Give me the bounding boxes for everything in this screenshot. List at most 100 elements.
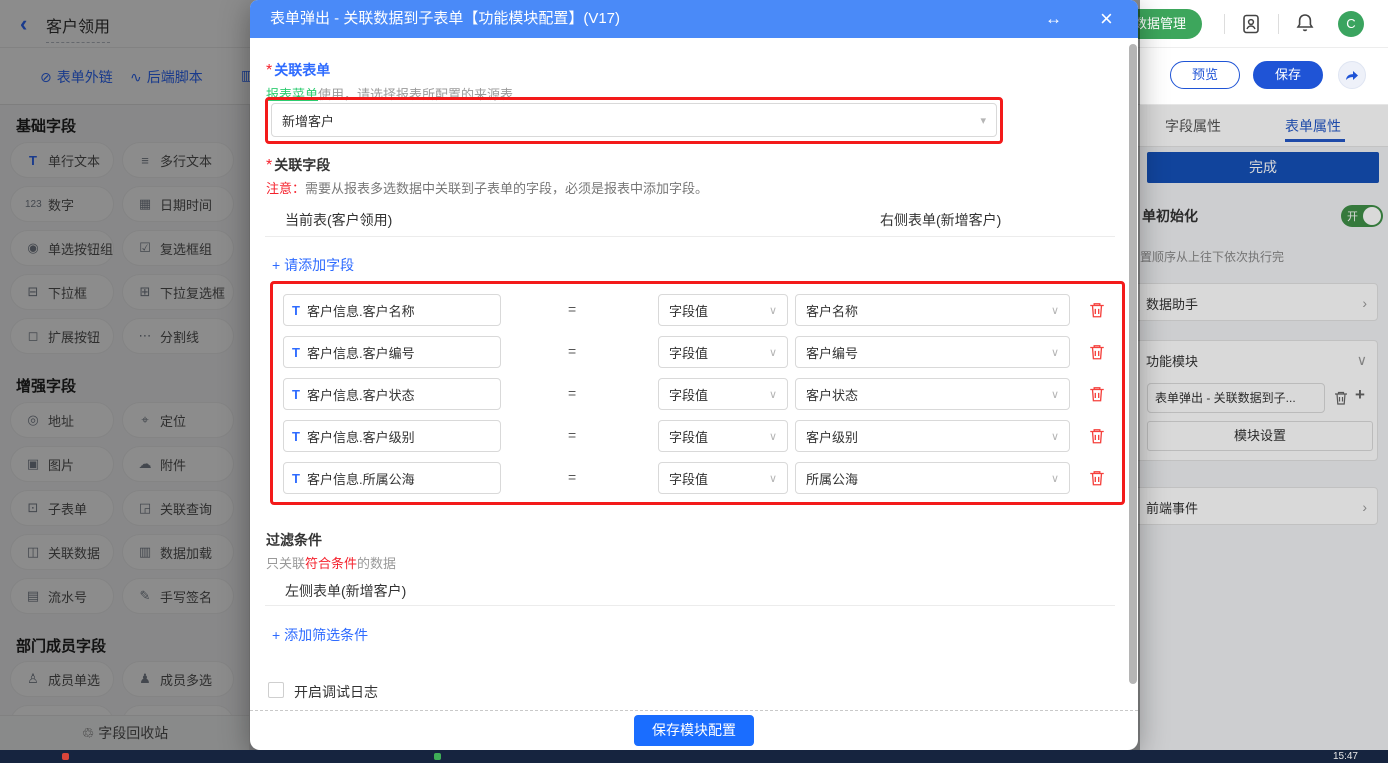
filter-table-header: 左侧表单(新增客户) (285, 581, 406, 601)
caret-down-icon: ∨ (769, 346, 777, 359)
caret-down-icon: ∨ (1051, 388, 1059, 401)
linked-fields-notice: 注意：需要从报表多选数据中关联到子表单的字段，必须是报表中添加字段。 (266, 178, 708, 197)
selected-value: 客户状态 (806, 385, 858, 404)
save-module-config-button[interactable]: 保存模块配置 (634, 715, 754, 746)
selected-value: 字段值 (669, 343, 708, 362)
selected-value: 所属公海 (806, 469, 858, 488)
linked-form-note: 报表菜单使用，请选择报表所配置的来源表 (266, 84, 513, 103)
linked-form-label: *关联表单 (266, 60, 330, 80)
selected-value: 客户级别 (806, 427, 858, 446)
caret-down-icon: ∨ (1051, 472, 1059, 485)
mapping-left-field[interactable]: T 客户信息.客户状态 (283, 378, 501, 410)
caret-down-icon: ▾ (980, 114, 986, 127)
label-text: 关联字段 (274, 157, 330, 173)
mapping-left-field[interactable]: T客户信息.客户级别 (283, 420, 501, 452)
notice-text: 需要从报表多选数据中关联到子表单的字段，必须是报表中添加字段。 (305, 181, 708, 196)
equals-sign: = (568, 343, 576, 359)
mapping-right-select[interactable]: 客户名称∨ (795, 294, 1070, 326)
report-menu-link[interactable]: 报表菜单 (266, 87, 318, 102)
delete-row-icon[interactable] (1088, 343, 1106, 361)
text-icon: T (292, 387, 300, 402)
divider (1278, 14, 1279, 34)
field-value: 客户信息.客户名称 (307, 301, 415, 320)
notice-prefix: 注意： (266, 181, 305, 196)
modal-header: 表单弹出 - 关联数据到子表单【功能模块配置】(V17) ↔ × (250, 0, 1138, 38)
mapping-right-select[interactable]: 客户编号 ∨ (795, 336, 1070, 368)
mapping-right-select[interactable]: 客户级别 ∨ (795, 420, 1070, 452)
selected-value: 客户名称 (806, 301, 858, 320)
share-arrow-icon (1344, 68, 1360, 82)
right-form-header: 右侧表单(新增客户) (880, 210, 1001, 230)
current-table-header: 当前表(客户领用) (285, 210, 392, 230)
text-icon: T (292, 303, 300, 318)
mapping-type-select[interactable]: 字段值 ∨ (658, 294, 788, 326)
mapping-right-select[interactable]: 客户状态 ∨ (795, 378, 1070, 410)
modal-backdrop-right (1140, 105, 1388, 750)
delete-row-icon[interactable] (1088, 385, 1106, 403)
plus-icon: + (272, 627, 280, 643)
debug-log-label: 开启调试日志 (294, 682, 378, 702)
mapping-left-field[interactable]: T 客户信息.客户名称 (283, 294, 501, 326)
plus-icon: + (272, 257, 280, 273)
text-icon: T (292, 345, 300, 360)
selected-value: 字段值 (669, 469, 708, 488)
add-label: 添加筛选条件 (284, 627, 368, 643)
selected-value: 新增客户 (282, 111, 334, 130)
caret-down-icon: ∨ (769, 304, 777, 317)
divider (265, 236, 1115, 237)
preview-button[interactable]: 预览 (1170, 61, 1240, 89)
selected-value: 客户编号 (806, 343, 858, 362)
note-highlight: 符合条件 (305, 556, 357, 571)
note-post: 的数据 (357, 556, 396, 571)
required-asterisk: * (266, 62, 272, 79)
divider (265, 605, 1115, 606)
debug-log-checkbox[interactable] (268, 682, 284, 698)
linked-fields-label: *关联字段 (266, 155, 330, 175)
os-taskbar: 15:47 (0, 750, 1388, 763)
mapping-left-field[interactable]: T 客户信息.客户编号 (283, 336, 501, 368)
taskbar-app-icon[interactable] (434, 753, 441, 760)
save-button[interactable]: 保存 (1253, 61, 1323, 89)
caret-down-icon: ∨ (769, 430, 777, 443)
mapping-right-select[interactable]: 所属公海 ∨ (795, 462, 1070, 494)
add-filter-link[interactable]: + 添加筛选条件 (272, 625, 368, 645)
caret-down-icon: ∨ (1051, 430, 1059, 443)
equals-sign: = (568, 469, 576, 485)
modal-scrollbar[interactable] (1129, 44, 1137, 684)
filter-condition-label: 过滤条件 (266, 530, 322, 550)
linked-form-select[interactable]: 新增客户 ▾ (271, 103, 997, 137)
caret-down-icon: ∨ (769, 388, 777, 401)
delete-row-icon[interactable] (1088, 301, 1106, 319)
close-icon[interactable]: × (1100, 0, 1113, 38)
delete-row-icon[interactable] (1088, 427, 1106, 445)
equals-sign: = (568, 427, 576, 443)
taskbar-app-icon[interactable] (62, 753, 69, 760)
footer-divider (250, 710, 1138, 711)
caret-down-icon: ∨ (1051, 346, 1059, 359)
add-field-link[interactable]: + 请添加字段 (272, 255, 354, 275)
delete-row-icon[interactable] (1088, 469, 1106, 487)
share-button[interactable] (1338, 61, 1366, 89)
module-config-modal: 表单弹出 - 关联数据到子表单【功能模块配置】(V17) ↔ × *关联表单 报… (250, 0, 1138, 750)
selected-value: 字段值 (669, 385, 708, 404)
expand-icon[interactable]: ↔ (1045, 0, 1062, 38)
mapping-type-select[interactable]: 字段值 ∨ (658, 336, 788, 368)
user-avatar[interactable]: C (1338, 11, 1364, 37)
modal-title: 表单弹出 - 关联数据到子表单【功能模块配置】(V17) (270, 0, 620, 38)
filter-note: 只关联符合条件的数据 (266, 553, 396, 572)
selected-value: 字段值 (669, 301, 708, 320)
field-value: 客户信息.客户状态 (307, 385, 415, 404)
notification-bell-icon[interactable] (1294, 12, 1316, 34)
mapping-type-select[interactable]: 字段值 ∨ (658, 378, 788, 410)
text-icon: T (292, 471, 300, 486)
mapping-type-select[interactable]: 字段值∨ (658, 462, 788, 494)
field-value: 客户信息.所属公海 (307, 469, 415, 488)
divider (1224, 14, 1225, 34)
mapping-type-select[interactable]: 字段值∨ (658, 420, 788, 452)
add-label: 请添加字段 (284, 257, 354, 273)
label-text: 关联表单 (274, 62, 330, 78)
contacts-icon[interactable] (1240, 13, 1262, 35)
note-text: 使用，请选择报表所配置的来源表 (318, 87, 513, 102)
mapping-left-field[interactable]: T 客户信息.所属公海 (283, 462, 501, 494)
field-value: 客户信息.客户编号 (307, 343, 415, 362)
